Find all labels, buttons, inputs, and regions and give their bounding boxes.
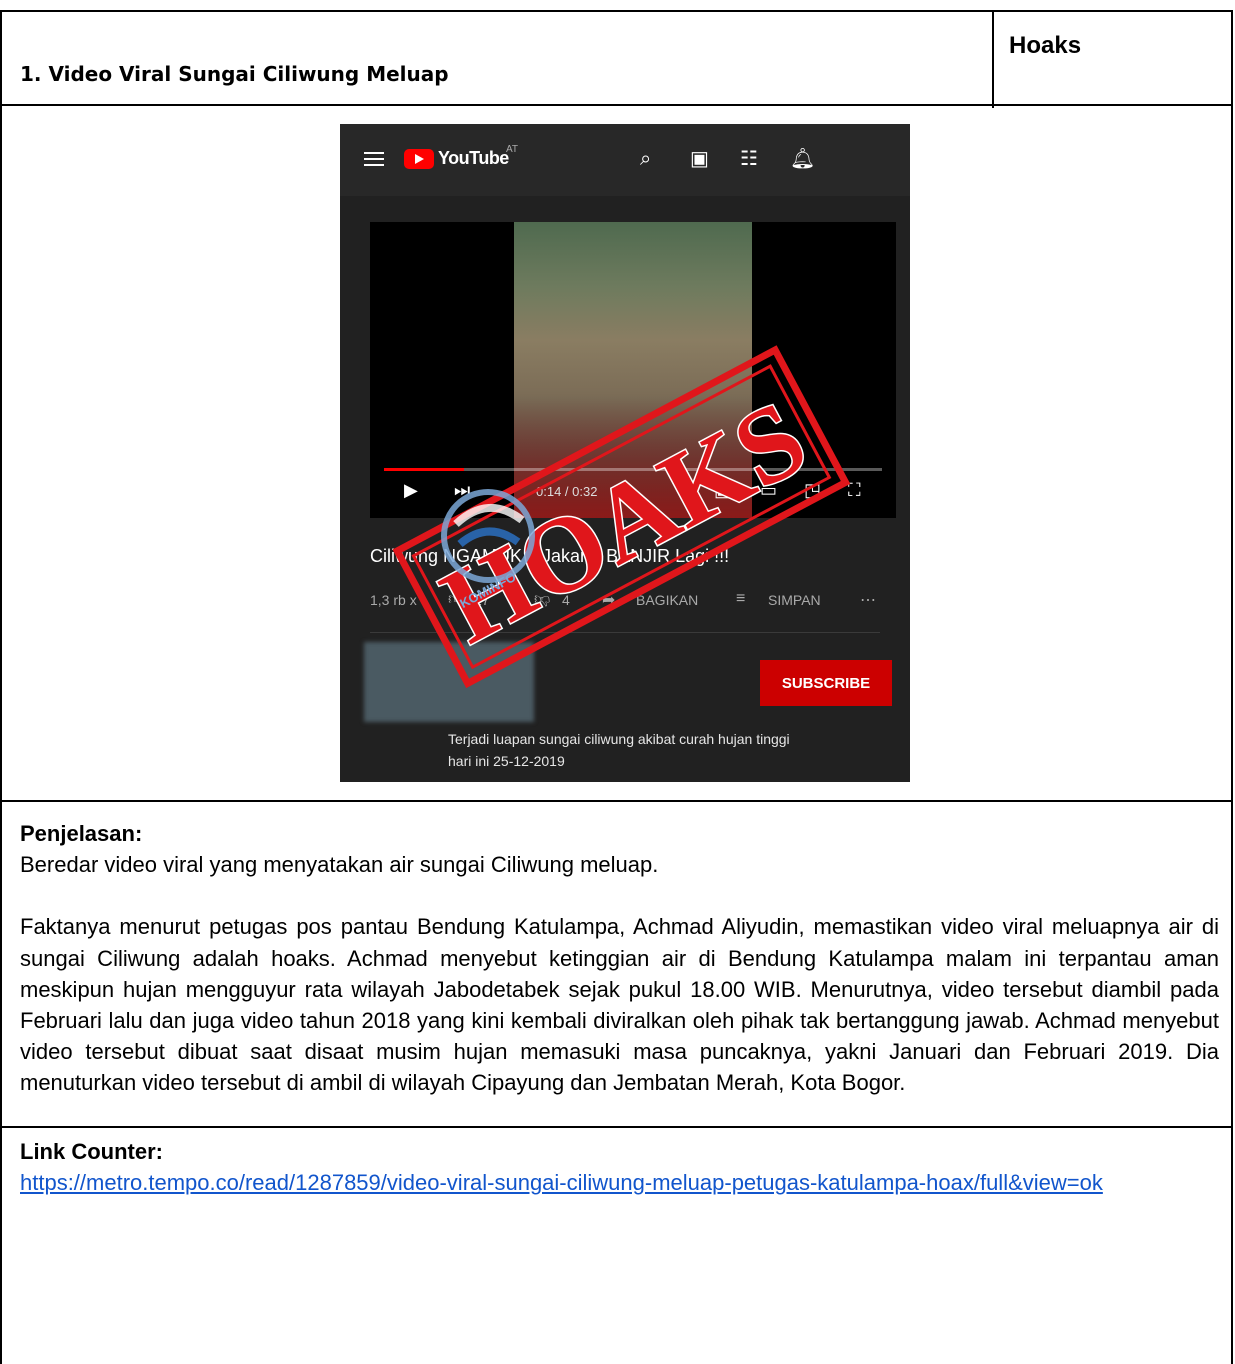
search-icon: ⌕ [640,148,652,170]
channel-avatar-blurred [364,642,534,722]
explanation-row: Penjelasan: Beredar video viral yang men… [0,800,1233,1128]
explanation-section: Penjelasan: Beredar video viral yang men… [20,818,1219,1099]
youtube-logo-icon [404,149,434,169]
video-player: ▶ ⏭ 0:14 / 0:32 ⚙ ▣ ▭ ◳ ⛶ [370,222,896,518]
subscribe-button: SUBSCRIBE [760,660,892,706]
divider [370,632,880,633]
settings-icon: ⚙ [676,480,693,500]
verdict-label: Hoaks [1009,32,1082,59]
video-time: 0:14 / 0:32 [536,484,598,499]
evidence-screenshot: YouTube AT ⌕ ▣ ☷ 🔔︎ ▶ ⏭ 0:14 / 0:32 ⚙ ▣ … [340,124,910,782]
description-line-1: Terjadi luapan sungai ciliwung akibat cu… [448,731,790,747]
video-thumbnail [514,222,752,518]
video-title: Ciliwung NGAMUK !! Jakarta BANJIR Lagi !… [370,546,730,566]
more-icon: ⋯ [860,592,876,609]
save-icon: ≡ [736,590,746,607]
item-title: 1. Video Viral Sungai Ciliwung Meluap [20,62,449,86]
column-divider [992,12,994,108]
share-label: BAGIKAN [636,592,699,608]
explanation-paragraph-1: Beredar video viral yang menyatakan air … [20,852,659,878]
apps-grid-icon: ☷ [740,148,758,170]
counter-row: Link Counter: https://metro.tempo.co/rea… [0,1126,1233,1364]
region-code: AT [506,144,519,155]
save-label: SIMPAN [768,592,821,608]
theater-mode-icon: ▭ [760,480,778,500]
like-icon: 👍︎ [448,591,465,608]
menu-icon [364,152,384,166]
counter-section: Link Counter: https://metro.tempo.co/rea… [20,1136,1219,1198]
play-icon: ▶ [404,480,418,500]
bell-icon: 🔔︎ [790,148,816,170]
like-count: 27 [474,592,490,608]
progress-bar [384,468,882,471]
description-line-2: hari ini 25-12-2019 [448,753,565,769]
skip-next-icon: ⏭ [454,480,471,500]
cast-icon: ◳ [804,480,822,500]
view-count: 1,3 rb x [370,592,417,608]
explanation-heading: Penjelasan: [20,821,143,846]
counter-heading: Link Counter: [20,1139,163,1164]
youtube-wordmark: YouTube [438,148,509,168]
youtube-top-bar: YouTube AT ⌕ ▣ ☷ 🔔︎ [340,124,910,196]
miniplayer-icon: ▣ [714,480,732,500]
dislike-count: 4 [562,592,570,608]
explanation-paragraph-2: Faktanya menurut petugas pos pantau Bend… [20,914,1219,1096]
video-camera-icon: ▣ [690,148,709,170]
progress-fill [384,468,464,471]
header-row: 1. Video Viral Sungai Ciliwung Meluap Ho… [0,10,1233,108]
fullscreen-icon: ⛶ [848,480,861,500]
video-description: Terjadi luapan sungai ciliwung akibat cu… [448,728,888,772]
dislike-icon: 👎︎ [534,591,551,608]
counter-link[interactable]: https://metro.tempo.co/read/1287859/vide… [20,1170,1103,1195]
share-icon: ➦ [602,592,616,609]
